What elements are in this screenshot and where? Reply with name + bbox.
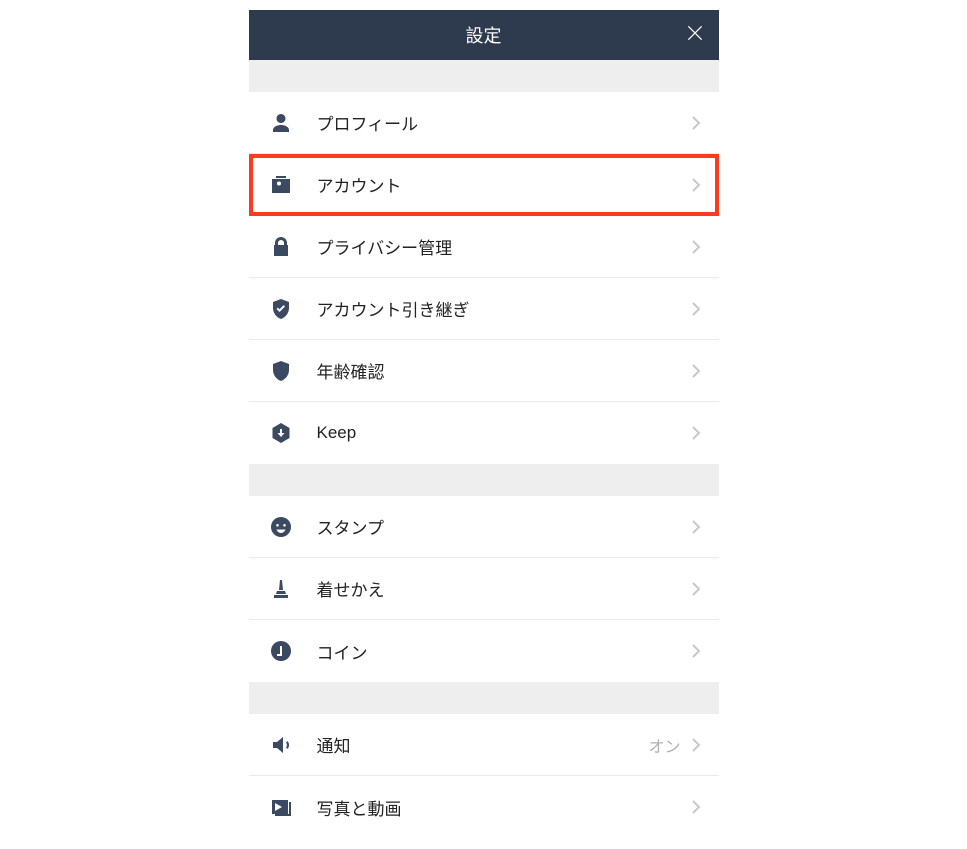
download-hex-icon [267, 419, 295, 447]
row-label: 写真と動画 [317, 795, 691, 820]
chevron-right-icon [691, 177, 701, 193]
chevron-right-icon [691, 115, 701, 131]
row-label: 着せかえ [317, 576, 691, 601]
media-icon [267, 793, 295, 821]
header-bar: 設定 [249, 10, 719, 60]
coin-icon [267, 637, 295, 665]
chevron-right-icon [691, 519, 701, 535]
smile-icon [267, 513, 295, 541]
chevron-right-icon [691, 301, 701, 317]
section-gap [249, 60, 719, 92]
settings-section: スタンプ 着せかえ コイン [249, 496, 719, 682]
chevron-right-icon [691, 581, 701, 597]
settings-row-stamps[interactable]: スタンプ [249, 496, 719, 558]
section-gap [249, 682, 719, 714]
chevron-right-icon [691, 737, 701, 753]
row-label: アカウント引き継ぎ [317, 296, 691, 321]
settings-row-account[interactable]: アカウント [249, 154, 719, 216]
settings-row-themes[interactable]: 着せかえ [249, 558, 719, 620]
lock-icon [267, 233, 295, 261]
row-label: アカウント [317, 172, 691, 197]
settings-row-privacy[interactable]: プライバシー管理 [249, 216, 719, 278]
settings-row-profile[interactable]: プロフィール [249, 92, 719, 154]
settings-row-keep[interactable]: Keep [249, 402, 719, 464]
settings-screen: 設定 プロフィール アカウント プライバシー管理 [249, 10, 719, 838]
header-title: 設定 [466, 22, 502, 48]
settings-row-age[interactable]: 年齢確認 [249, 340, 719, 402]
row-label: コイン [317, 639, 691, 664]
settings-row-media[interactable]: 写真と動画 [249, 776, 719, 838]
shield-check-icon [267, 295, 295, 323]
chevron-right-icon [691, 363, 701, 379]
close-button[interactable] [683, 23, 707, 47]
person-icon [267, 109, 295, 137]
brush-icon [267, 575, 295, 603]
chevron-right-icon [691, 799, 701, 815]
settings-section: 通知 オン 写真と動画 [249, 714, 719, 838]
row-label: プロフィール [317, 110, 691, 135]
id-card-icon [267, 171, 295, 199]
row-label: 通知 [317, 732, 649, 757]
speaker-icon [267, 731, 295, 759]
chevron-right-icon [691, 643, 701, 659]
settings-row-notifications[interactable]: 通知 オン [249, 714, 719, 776]
settings-section: プロフィール アカウント プライバシー管理 アカウント引き継ぎ [249, 92, 719, 464]
badge-person-icon [267, 357, 295, 385]
section-gap [249, 464, 719, 496]
chevron-right-icon [691, 425, 701, 441]
settings-row-coin[interactable]: コイン [249, 620, 719, 682]
row-value: オン [648, 733, 680, 757]
row-label: スタンプ [317, 514, 691, 539]
row-label: プライバシー管理 [317, 234, 691, 259]
row-label: 年齢確認 [317, 358, 691, 383]
row-label: Keep [317, 423, 691, 443]
close-icon [685, 23, 705, 48]
settings-row-transfer[interactable]: アカウント引き継ぎ [249, 278, 719, 340]
chevron-right-icon [691, 239, 701, 255]
